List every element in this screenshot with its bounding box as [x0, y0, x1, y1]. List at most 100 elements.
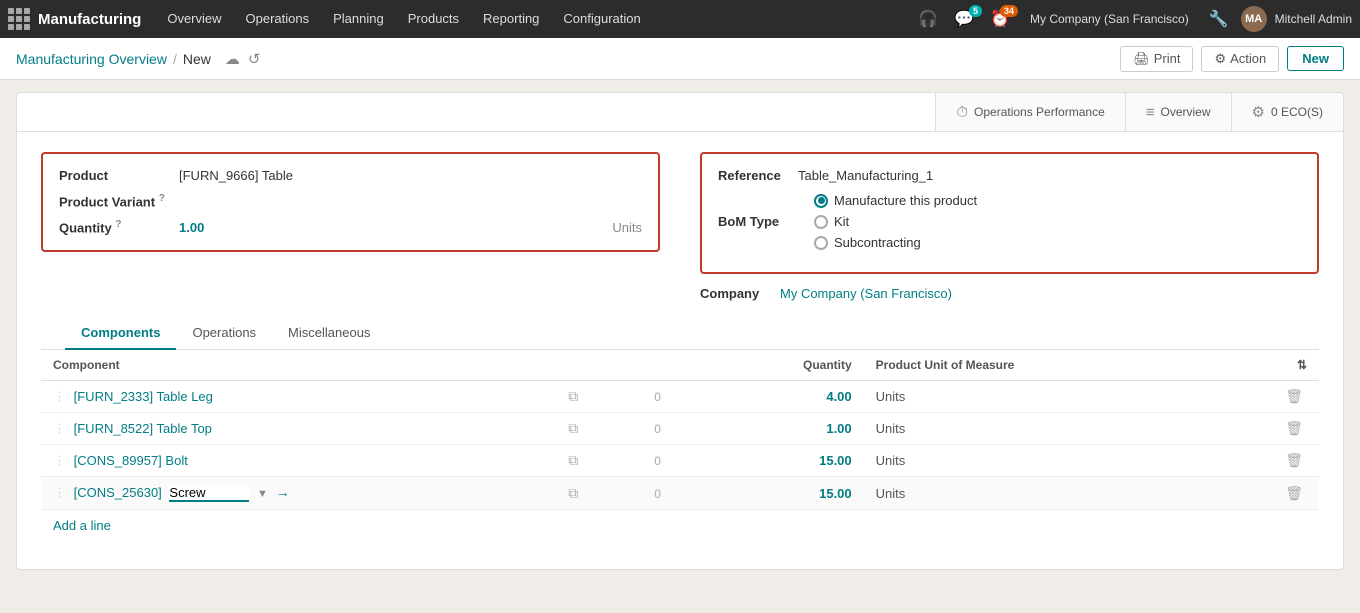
- quantity-field-row: Quantity ? 1.00 Units: [59, 219, 642, 235]
- nav-planning[interactable]: Planning: [323, 0, 394, 38]
- bom-radio-subcontracting[interactable]: Subcontracting: [814, 235, 977, 250]
- row3-delete[interactable]: 🗑: [1212, 445, 1319, 477]
- bom-radio-manufacture[interactable]: Manufacture this product: [814, 193, 977, 208]
- row2-delete[interactable]: 🗑: [1212, 413, 1319, 445]
- action-label: Action: [1230, 51, 1266, 66]
- tab-operations-performance[interactable]: ⏱ Operations Performance: [935, 93, 1124, 131]
- product-value[interactable]: [FURN_9666] Table: [179, 168, 293, 183]
- tab-ecos[interactable]: ⚙ 0 ECO(S): [1231, 93, 1343, 131]
- tab-operations[interactable]: Operations: [176, 317, 272, 350]
- nav-overview[interactable]: Overview: [157, 0, 231, 38]
- table-row: ⋮ [FURN_8522] Table Top ⧉ 0 1.00 Units 🗑: [41, 413, 1319, 445]
- row4-navigate-icon[interactable]: →: [276, 484, 290, 500]
- delete-icon-2[interactable]: 🗑: [1281, 420, 1307, 436]
- product-label: Product: [59, 168, 179, 183]
- support-icon[interactable]: 🎧: [914, 9, 942, 29]
- drag-handle-3[interactable]: ⋮: [53, 453, 66, 468]
- row1-copy-icon[interactable]: ⧉: [552, 381, 642, 413]
- copy-icon-4[interactable]: ⧉: [564, 485, 582, 501]
- refresh-icon[interactable]: ↺: [248, 50, 261, 68]
- list-icon: ≡: [1146, 104, 1155, 121]
- bom-option-kit: Kit: [834, 214, 849, 229]
- row3-copy-icon[interactable]: ⧉: [552, 445, 642, 477]
- avatar[interactable]: MA: [1241, 6, 1267, 32]
- drag-handle-4[interactable]: ⋮: [53, 485, 66, 500]
- copy-icon-1[interactable]: ⧉: [564, 388, 582, 404]
- delete-icon-1[interactable]: 🗑: [1281, 388, 1307, 404]
- filter-icon[interactable]: ⇅: [1297, 358, 1307, 372]
- company-field-value[interactable]: My Company (San Francisco): [780, 286, 952, 301]
- radio-circle-subcontracting: [814, 236, 828, 250]
- bom-radio-kit[interactable]: Kit: [814, 214, 977, 229]
- row2-unit: Units: [864, 413, 1213, 445]
- variant-help-icon[interactable]: ?: [159, 193, 165, 204]
- app-name[interactable]: Manufacturing: [38, 11, 141, 28]
- reference-row: Reference Table_Manufacturing_1: [718, 168, 1301, 183]
- form-main-row: Product [FURN_9666] Table Product Varian…: [41, 152, 1319, 301]
- print-icon: 🖨: [1133, 51, 1150, 67]
- copy-icon-2[interactable]: ⧉: [564, 420, 582, 436]
- company-name[interactable]: My Company (San Francisco): [1030, 12, 1189, 26]
- quantity-value[interactable]: 1.00: [179, 220, 204, 235]
- drag-handle-1[interactable]: ⋮: [53, 389, 66, 404]
- row4-quantity: 15.00: [708, 477, 864, 510]
- quantity-unit: Units: [612, 220, 642, 235]
- breadcrumb-separator: /: [173, 51, 177, 67]
- content-card: ⏱ Operations Performance ≡ Overview ⚙ 0 …: [16, 92, 1344, 570]
- components-table: Component Quantity Product Unit of Measu…: [41, 350, 1319, 510]
- bom-type-row: BoM Type Manufacture this product Kit: [718, 193, 1301, 250]
- nav-configuration[interactable]: Configuration: [553, 0, 650, 38]
- nav-reporting[interactable]: Reporting: [473, 0, 549, 38]
- print-label: Print: [1154, 51, 1181, 66]
- tab-overview[interactable]: ≡ Overview: [1125, 93, 1231, 131]
- row3-link[interactable]: [CONS_89957] Bolt: [74, 453, 188, 468]
- row2-copy-icon[interactable]: ⧉: [552, 413, 642, 445]
- settings-icon-tab: ⚙: [1252, 103, 1265, 121]
- copy-icon-3[interactable]: ⧉: [564, 452, 582, 468]
- row4-code: [CONS_25630]: [74, 485, 166, 500]
- new-button[interactable]: New: [1287, 46, 1344, 71]
- delete-icon-3[interactable]: 🗑: [1281, 452, 1307, 468]
- header-right-actions: 🖨 Print ⚙ Action New: [1120, 46, 1344, 72]
- row1-unit: Units: [864, 381, 1213, 413]
- chat-icon[interactable]: 💬 5: [950, 9, 978, 29]
- company-field-label: Company: [700, 286, 780, 301]
- row2-link[interactable]: [FURN_8522] Table Top: [74, 421, 212, 436]
- row1-quantity: 4.00: [708, 381, 864, 413]
- radio-circle-manufacture: [814, 194, 828, 208]
- row4-dropdown-arrow[interactable]: ▼: [257, 488, 268, 500]
- nav-products[interactable]: Products: [398, 0, 469, 38]
- row1-delete[interactable]: 🗑: [1212, 381, 1319, 413]
- row1-link[interactable]: [FURN_2333] Table Leg: [74, 389, 213, 404]
- tab-components[interactable]: Components: [65, 317, 176, 350]
- drag-handle-2[interactable]: ⋮: [53, 421, 66, 436]
- breadcrumb-parent[interactable]: Manufacturing Overview: [16, 51, 167, 67]
- reference-value[interactable]: Table_Manufacturing_1: [798, 168, 933, 183]
- cloud-icon[interactable]: ☁: [225, 50, 240, 68]
- print-button[interactable]: 🖨 Print: [1120, 46, 1193, 72]
- delete-icon-4[interactable]: 🗑: [1281, 485, 1307, 501]
- settings-icon[interactable]: 🔧: [1205, 9, 1233, 29]
- col-header-quantity: Quantity: [708, 350, 864, 381]
- components-table-container: Component Quantity Product Unit of Measu…: [41, 350, 1319, 549]
- activity-icon[interactable]: ⏰ 34: [986, 9, 1014, 29]
- row4-name-input[interactable]: [169, 485, 249, 502]
- table-row: ⋮ [FURN_2333] Table Leg ⧉ 0 4.00 Units 🗑: [41, 381, 1319, 413]
- col-header-component: Component: [41, 350, 552, 381]
- row4-delete[interactable]: 🗑: [1212, 477, 1319, 510]
- action-button[interactable]: ⚙ Action: [1201, 46, 1279, 72]
- row3-qty-badge: 0: [642, 445, 708, 477]
- user-name[interactable]: Mitchell Admin: [1275, 12, 1352, 26]
- add-line-button[interactable]: Add a line: [41, 510, 123, 541]
- row4-copy-icon[interactable]: ⧉: [552, 477, 642, 510]
- tab-ops-label: Operations Performance: [974, 105, 1105, 119]
- activity-badge: 34: [1000, 5, 1018, 17]
- tab-miscellaneous[interactable]: Miscellaneous: [272, 317, 386, 350]
- company-row: Company My Company (San Francisco): [700, 286, 1319, 301]
- gear-icon: ⚙: [1214, 51, 1226, 67]
- app-grid-icon[interactable]: [8, 8, 30, 30]
- qty-help-icon[interactable]: ?: [115, 219, 121, 230]
- table-row: ⋮ [CONS_25630] ▼ → ⧉ 0 15.00: [41, 477, 1319, 510]
- nav-operations[interactable]: Operations: [236, 0, 320, 38]
- breadcrumb: Manufacturing Overview / New: [16, 51, 211, 67]
